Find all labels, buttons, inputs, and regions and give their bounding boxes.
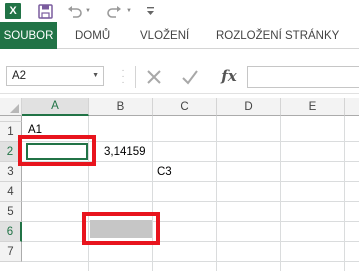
undo-dropdown-icon[interactable]: ▼ — [84, 2, 92, 20]
tab-home[interactable]: DOMŮ — [75, 22, 110, 49]
row-header-4[interactable]: 4 — [0, 182, 22, 202]
tab-page-layout[interactable]: ROZLOŽENÍ STRÁNKY — [216, 22, 339, 49]
excel-logo-icon[interactable]: X — [5, 3, 21, 19]
undo-icon[interactable] — [66, 2, 82, 20]
formula-bar-buttons: fx — [135, 66, 245, 88]
column-header-a[interactable]: A — [22, 98, 89, 116]
column-header-e[interactable]: E — [281, 98, 345, 116]
column-header-d[interactable]: D — [217, 98, 281, 116]
row-header-5[interactable]: 5 — [0, 202, 22, 222]
gridline — [280, 116, 281, 271]
redo-icon[interactable] — [106, 2, 122, 20]
gridline — [22, 201, 359, 202]
formula-bar-row: A2 ▼ · · · fx — [0, 49, 359, 94]
redo-dropdown-icon[interactable]: ▼ — [125, 2, 133, 20]
row-header-7[interactable]: 7 — [0, 242, 22, 262]
cancel-icon[interactable] — [144, 66, 164, 88]
gridline — [152, 116, 153, 271]
cell-c3[interactable]: C3 — [157, 162, 172, 182]
insert-function-button[interactable]: fx — [218, 67, 240, 87]
cell-b2[interactable]: 3,14159 — [104, 142, 146, 162]
gridline — [22, 241, 359, 242]
tab-file[interactable]: SOUBOR — [0, 22, 57, 49]
gridline — [216, 116, 217, 271]
column-header-c[interactable]: C — [153, 98, 217, 116]
row-header-gap — [0, 116, 22, 122]
quick-access-toolbar: X ▼ ▼ — [0, 0, 359, 22]
select-all-button[interactable] — [0, 98, 22, 116]
gridline — [22, 261, 359, 262]
ribbon-tabs: SOUBOR DOMŮ VLOŽENÍ ROZLOŽENÍ STRÁNKY — [0, 22, 359, 49]
gridline — [22, 221, 359, 222]
name-box-dropdown-icon[interactable]: ▼ — [92, 67, 99, 85]
gridline — [22, 181, 359, 182]
highlight-box-a2 — [18, 135, 96, 166]
enter-check-icon[interactable] — [180, 66, 200, 88]
column-header-f[interactable] — [345, 98, 359, 116]
customize-caret-icon[interactable] — [145, 2, 155, 20]
save-icon[interactable] — [37, 2, 53, 20]
formula-bar-resize-handle-icon[interactable]: · · · — [119, 66, 127, 88]
gridline — [344, 116, 345, 271]
worksheet-grid[interactable]: A B C D E 1 2 3 4 5 6 7 A1 3,14159 C3 — [0, 94, 359, 271]
row-header-6[interactable]: 6 — [0, 222, 22, 242]
highlight-box-b6 — [82, 212, 160, 245]
name-box-value: A2 — [12, 70, 27, 82]
tab-insert[interactable]: VLOŽENÍ — [140, 22, 189, 49]
formula-input[interactable] — [247, 66, 359, 88]
column-header-b[interactable]: B — [89, 98, 153, 116]
name-box[interactable]: A2 ▼ — [6, 66, 104, 86]
